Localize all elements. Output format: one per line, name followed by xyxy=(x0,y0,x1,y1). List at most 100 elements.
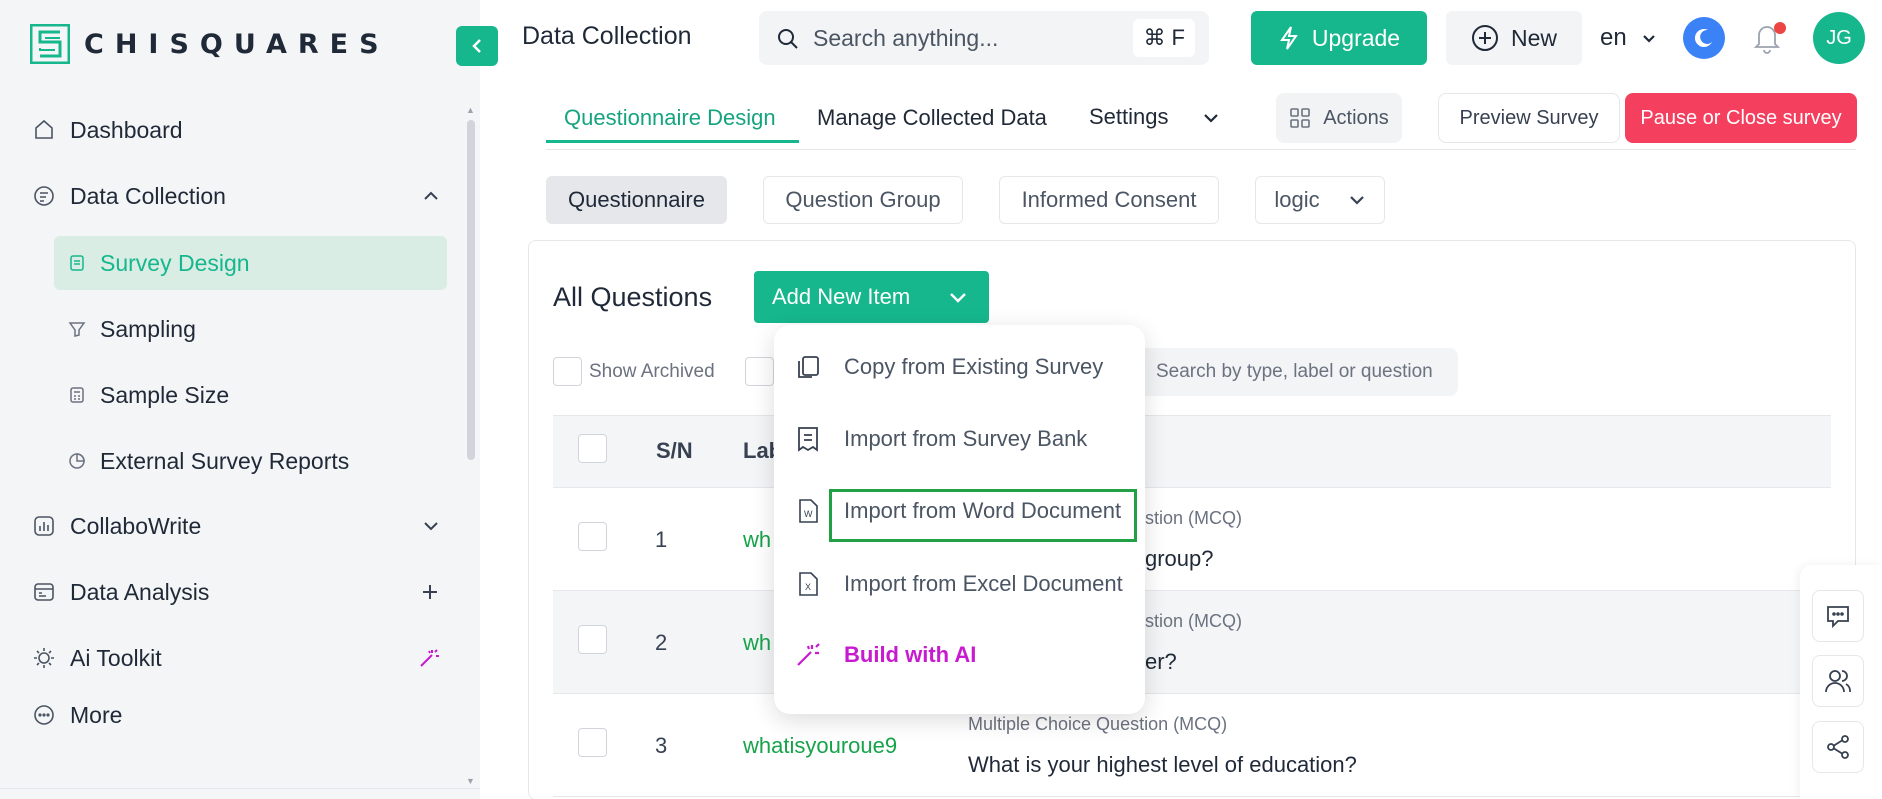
users-button[interactable] xyxy=(1812,655,1864,707)
chevron-left-icon xyxy=(472,39,481,53)
collapse-sidebar-button[interactable] xyxy=(456,26,498,66)
row-checkbox[interactable] xyxy=(578,728,607,757)
search-placeholder: Search anything... xyxy=(813,24,999,51)
upgrade-button[interactable]: Upgrade xyxy=(1251,11,1427,65)
logo-text: CHISQUARES xyxy=(84,28,390,60)
chevron-up-icon[interactable] xyxy=(422,187,440,205)
sidebar-item-label: Ai Toolkit xyxy=(70,644,162,671)
sidebar-item-collabowrite[interactable]: CollaboWrite xyxy=(30,512,450,540)
menu-item-import-survey-bank[interactable]: Import from Survey Bank xyxy=(794,425,1087,453)
home-icon xyxy=(30,116,58,144)
active-tab-indicator xyxy=(546,140,799,143)
chevron-down-icon xyxy=(950,293,966,303)
question-search-placeholder: Search by type, label or question xyxy=(1156,361,1433,382)
notification-dot xyxy=(1774,22,1786,34)
sidebar-item-more[interactable]: More xyxy=(30,701,450,729)
row-label[interactable]: whatisyouroue9 xyxy=(743,733,897,759)
row-checkbox[interactable] xyxy=(578,625,607,654)
column-header-sn[interactable]: S/N xyxy=(656,438,693,464)
row-label[interactable]: wh xyxy=(743,527,771,553)
sun-icon xyxy=(30,644,58,672)
row-question-type: Multiple Choice Question (MCQ) xyxy=(968,714,1228,734)
question-search-input[interactable]: Search by type, label or question xyxy=(1098,348,1458,396)
row-question-text: er? xyxy=(1145,649,1177,674)
language-select[interactable]: en xyxy=(1600,24,1657,52)
add-new-item-button[interactable]: Add New Item xyxy=(754,271,989,323)
chevron-down-icon[interactable] xyxy=(422,517,440,535)
tab-settings[interactable]: Settings xyxy=(1089,104,1169,130)
sidebar-item-label: CollaboWrite xyxy=(70,512,202,539)
chat-button[interactable] xyxy=(1812,590,1864,642)
share-button[interactable] xyxy=(1812,721,1864,773)
plus-icon[interactable] xyxy=(420,582,440,602)
chat-icon xyxy=(1827,606,1849,629)
subtab-question-group[interactable]: Question Group xyxy=(763,176,963,224)
theme-toggle-button[interactable] xyxy=(1683,17,1725,59)
menu-item-copy-existing-survey[interactable]: Copy from Existing Survey xyxy=(794,353,1103,381)
new-button[interactable]: New xyxy=(1446,11,1582,65)
word-document-icon: W xyxy=(794,497,822,525)
sidebar-item-ai-toolkit[interactable]: Ai Toolkit xyxy=(30,644,450,672)
chart-icon xyxy=(30,512,58,540)
row-question-text: What is your highest level of education? xyxy=(968,752,1357,777)
sidebar-item-dashboard[interactable]: Dashboard xyxy=(30,116,450,144)
row-checkbox[interactable] xyxy=(578,522,607,551)
scroll-down-arrow-icon[interactable]: ▼ xyxy=(466,776,475,786)
sidebar-subitem-sampling[interactable]: Sampling xyxy=(54,302,447,356)
tab-questionnaire-design[interactable]: Questionnaire Design xyxy=(564,105,776,131)
funnel-icon xyxy=(66,318,88,340)
subtab-informed-consent[interactable]: Informed Consent xyxy=(999,176,1219,224)
language-value: en xyxy=(1600,24,1627,51)
pause-close-survey-button[interactable]: Pause or Close survey xyxy=(1625,93,1857,143)
logo[interactable]: CHISQUARES xyxy=(30,24,390,64)
sidebar-subitem-label: External Survey Reports xyxy=(100,447,350,474)
upgrade-label: Upgrade xyxy=(1311,24,1401,51)
excel-document-icon: X xyxy=(794,570,822,598)
chevron-down-icon xyxy=(1642,35,1655,43)
magic-wand-icon xyxy=(418,647,440,669)
actions-button[interactable]: Actions xyxy=(1276,93,1402,143)
report-icon xyxy=(66,450,88,472)
search-shortcut: ⌘ F xyxy=(1133,19,1195,57)
sidebar-subitem-label: Survey Design xyxy=(100,249,250,276)
sidebar-footer xyxy=(0,788,480,799)
sidebar-item-data-analysis[interactable]: Data Analysis xyxy=(30,578,450,606)
logic-select[interactable]: logic xyxy=(1255,176,1385,224)
sidebar-subitem-external-survey-reports[interactable]: External Survey Reports xyxy=(54,434,447,488)
moon-icon xyxy=(1694,29,1712,48)
menu-item-label: Build with AI xyxy=(844,642,977,667)
filter-checkbox[interactable] xyxy=(745,357,774,386)
users-icon xyxy=(1825,670,1851,693)
menu-item-import-excel-document[interactable]: X Import from Excel Document xyxy=(794,570,1123,598)
preview-survey-button[interactable]: Preview Survey xyxy=(1438,93,1620,143)
menu-item-label: Import from Survey Bank xyxy=(844,426,1088,451)
sidebar: CHISQUARES Dashboard Data Collection Sur… xyxy=(0,0,480,799)
avatar[interactable]: JG xyxy=(1813,12,1865,64)
tab-manage-collected-data[interactable]: Manage Collected Data xyxy=(817,105,1047,131)
sidebar-subitem-survey-design[interactable]: Survey Design xyxy=(54,236,447,290)
highlight-box xyxy=(829,489,1137,542)
sidebar-item-label: Data Collection xyxy=(70,182,226,209)
logo-mark-icon xyxy=(30,24,70,64)
row-question-type: stion (MCQ) xyxy=(1145,611,1243,631)
subtab-questionnaire[interactable]: Questionnaire xyxy=(546,176,727,224)
global-search-input[interactable]: Search anything... ⌘ F xyxy=(759,11,1209,65)
svg-text:W: W xyxy=(804,509,813,519)
sidebar-scrollbar[interactable] xyxy=(467,120,475,460)
sidebar-subitem-sample-size[interactable]: Sample Size xyxy=(54,368,447,422)
select-all-checkbox[interactable] xyxy=(578,434,607,463)
tabs-more-chevron-icon[interactable] xyxy=(1201,108,1221,133)
search-icon xyxy=(778,29,798,49)
sidebar-item-label: Data Analysis xyxy=(70,578,210,605)
chevron-down-icon xyxy=(1349,196,1364,205)
magic-wand-icon xyxy=(794,641,822,669)
tabs-divider xyxy=(546,149,1856,150)
clipboard-icon xyxy=(66,252,88,274)
sidebar-item-data-collection[interactable]: Data Collection xyxy=(30,182,450,210)
scroll-up-arrow-icon[interactable]: ▲ xyxy=(466,105,475,115)
all-questions-title: All Questions xyxy=(553,282,713,312)
calculator-icon xyxy=(66,384,88,406)
menu-item-build-with-ai[interactable]: Build with AI xyxy=(794,641,976,669)
show-archived-checkbox[interactable] xyxy=(553,357,582,386)
row-label[interactable]: wh xyxy=(743,630,771,656)
